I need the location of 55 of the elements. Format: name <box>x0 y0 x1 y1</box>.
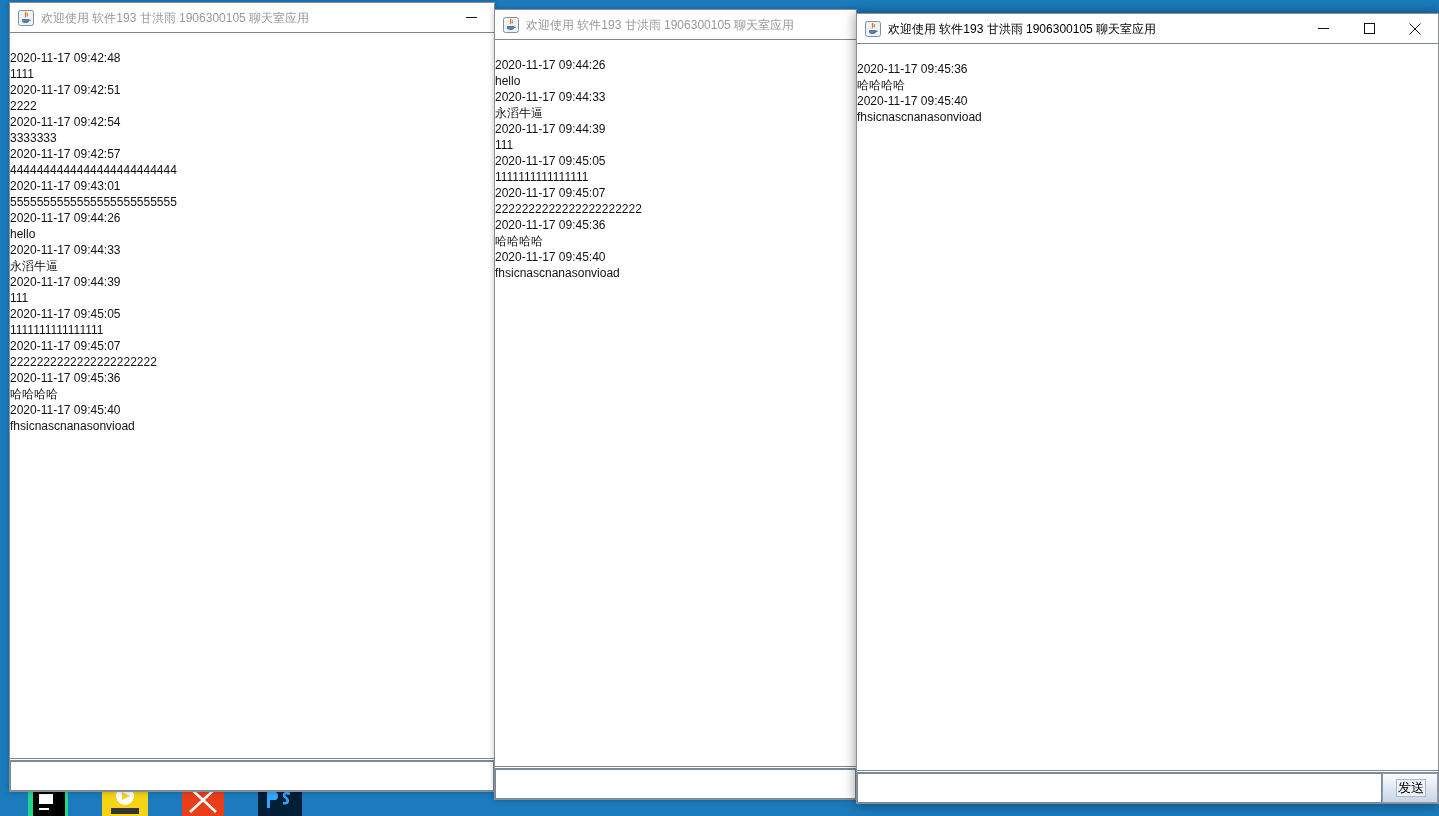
message-input[interactable] <box>495 769 856 799</box>
message-time: 2020-11-17 09:42:51 <box>10 82 121 98</box>
message-time: 2020-11-17 09:44:39 <box>10 274 121 290</box>
message-time: 2020-11-17 09:45:07 <box>495 185 606 201</box>
message-text: hello <box>495 73 521 89</box>
message-time: 2020-11-17 09:42:48 <box>10 50 121 66</box>
message-text: 哈哈哈哈 <box>495 233 543 249</box>
message-text: 3333333 <box>10 130 57 146</box>
send-button[interactable]: 发送 <box>1396 779 1426 797</box>
message-text: 2222222222222222222222 <box>10 354 157 370</box>
message-time: 2020-11-17 09:42:54 <box>10 114 121 130</box>
message-text: 永滔牛逼 <box>10 258 58 274</box>
coffee-cup-icon <box>865 20 881 37</box>
message-text: 永滔牛逼 <box>495 105 543 121</box>
message-time: 2020-11-17 09:44:26 <box>10 210 121 226</box>
message-text: 1111 <box>10 66 35 82</box>
message-text: fhsicnascnanasonvioad <box>10 418 135 434</box>
message-text: hello <box>10 226 36 242</box>
maximize-icon <box>1363 23 1375 34</box>
coffee-cup-icon <box>503 16 519 33</box>
message-time: 2020-11-17 09:45:07 <box>10 338 121 354</box>
message-time: 2020-11-17 09:45:40 <box>495 249 606 265</box>
message-time: 2020-11-17 09:42:57 <box>10 146 121 162</box>
message-text: 111 <box>10 290 29 306</box>
message-text: 1111111111111111 <box>10 322 104 338</box>
message-text: 1111111111111111 <box>495 169 589 185</box>
message-time: 2020-11-17 09:45:36 <box>10 370 121 386</box>
message-text: 哈哈哈哈 <box>10 386 58 402</box>
message-text: 111 <box>495 137 514 153</box>
window-title: 欢迎使用 软件193 甘洪雨 1906300105 聊天室应用 <box>526 16 795 34</box>
message-text: 4444444444444444444444444 <box>10 162 177 178</box>
window-title: 欢迎使用 软件193 甘洪雨 1906300105 聊天室应用 <box>41 9 310 27</box>
message-input[interactable] <box>857 773 1382 803</box>
message-time: 2020-11-17 09:45:36 <box>495 217 606 233</box>
coffee-cup-icon <box>18 9 34 26</box>
message-time: 2020-11-17 09:44:39 <box>495 121 606 137</box>
minimize-icon <box>465 17 477 18</box>
message-time: 2020-11-17 09:45:05 <box>10 306 121 322</box>
window-title: 欢迎使用 软件193 甘洪雨 1906300105 聊天室应用 <box>888 20 1157 38</box>
message-text: 2222222222222222222222 <box>495 201 642 217</box>
message-time: 2020-11-17 09:44:33 <box>495 89 606 105</box>
message-time: 2020-11-17 09:45:05 <box>495 153 606 169</box>
close-icon <box>1409 22 1421 35</box>
message-text: fhsicnascnanasonvioad <box>495 265 620 281</box>
message-time: 2020-11-17 09:44:26 <box>495 57 606 73</box>
minimize-icon <box>1317 28 1329 29</box>
message-time: 2020-11-17 09:45:36 <box>857 61 968 77</box>
message-text: 2222 <box>10 98 37 114</box>
message-text: 哈哈哈哈 <box>857 77 905 93</box>
message-time: 2020-11-17 09:45:40 <box>10 402 121 418</box>
message-time: 2020-11-17 09:43:01 <box>10 178 121 194</box>
message-text: 5555555555555555555555555 <box>10 194 177 210</box>
message-time: 2020-11-17 09:44:33 <box>10 242 121 258</box>
message-time: 2020-11-17 09:45:40 <box>857 93 968 109</box>
message-text: fhsicnascnanasonvioad <box>857 109 982 125</box>
